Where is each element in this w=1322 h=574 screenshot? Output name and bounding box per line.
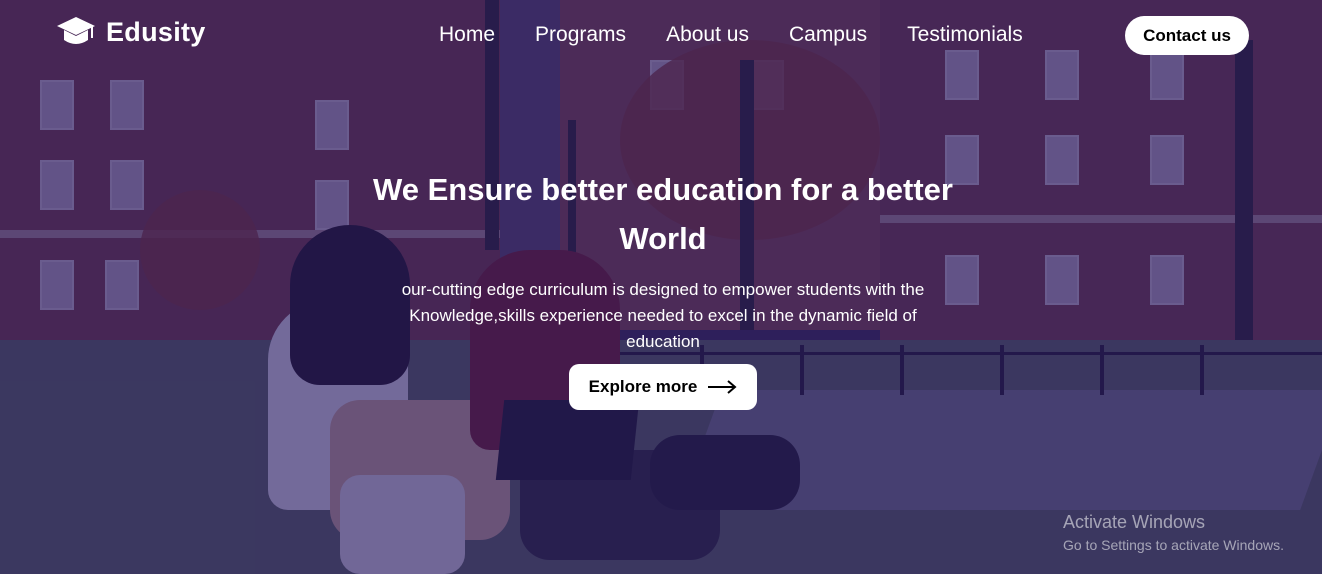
explore-more-button[interactable]: Explore more (569, 364, 757, 410)
hero-subtitle: our-cutting edge curriculum is designed … (353, 277, 973, 355)
explore-more-label: Explore more (588, 377, 698, 396)
hero-content: We Ensure better education for a better … (300, 165, 1026, 355)
activate-windows-watermark: Activate Windows Go to Settings to activ… (1063, 511, 1318, 557)
nav-item-programs[interactable]: Programs (535, 23, 626, 47)
arrow-right-icon (708, 380, 737, 394)
contact-us-button[interactable]: Contact us (1125, 16, 1249, 55)
nav-item-home[interactable]: Home (439, 23, 495, 47)
hero-title-line2: World (619, 221, 707, 256)
graduation-cap-icon (57, 17, 95, 44)
hero-subtitle-line3: education (626, 332, 700, 351)
hero-section: Edusity Home Programs About us Campus Te… (0, 0, 1322, 574)
nav-item-about-us[interactable]: About us (666, 23, 749, 47)
nav-links: Home Programs About us Campus Testimonia… (439, 20, 1023, 50)
brand-name: Edusity (106, 16, 206, 47)
nav-item-testimonials[interactable]: Testimonials (907, 23, 1023, 47)
watermark-subtitle: Go to Settings to activate Windows. (1063, 537, 1284, 553)
watermark-title: Activate Windows (1063, 512, 1206, 532)
hero-subtitle-line2: Knowledge,skills experience needed to ex… (409, 306, 917, 325)
top-navbar: Edusity Home Programs About us Campus Te… (0, 0, 1322, 70)
hero-subtitle-line1: our-cutting edge curriculum is designed … (401, 280, 925, 299)
nav-item-campus[interactable]: Campus (789, 23, 867, 47)
hero-title: We Ensure better education for a better … (300, 165, 1026, 263)
hero-title-line1: We Ensure better education for a better (373, 172, 953, 207)
brand-logo[interactable]: Edusity (56, 14, 206, 50)
